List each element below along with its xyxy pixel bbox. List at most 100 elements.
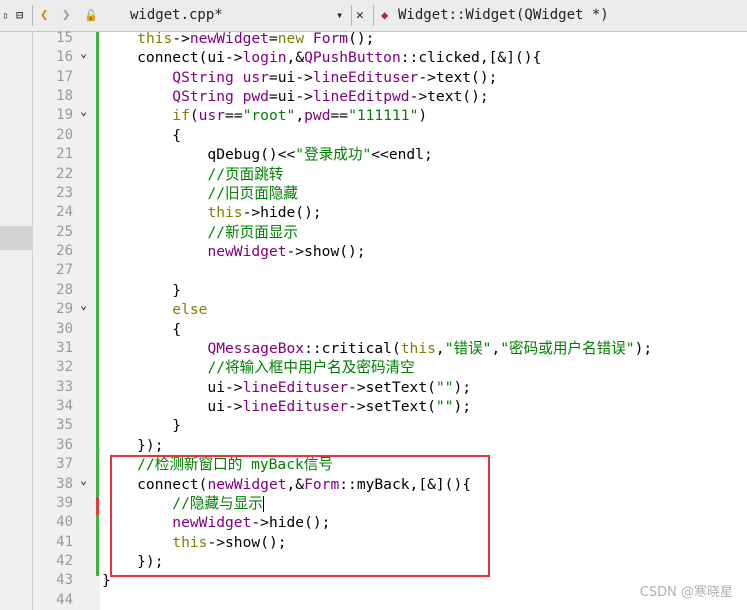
code-text: newWidget->show(); [207, 243, 366, 261]
code-text: }); [102, 552, 164, 570]
line-number: 42 [56, 552, 73, 569]
line-number: 16 [56, 49, 73, 66]
code-text: this->hide(); [207, 204, 322, 222]
code-line[interactable]: 44 [0, 591, 747, 610]
code-text: if(usr=="root",pwd=="111111") [172, 107, 428, 125]
code-line[interactable]: 34 ui->lineEdituser->setText(""); [0, 397, 747, 416]
line-number: 30 [56, 320, 73, 337]
code-line[interactable]: 20 { [0, 126, 747, 145]
code-line[interactable]: 36 }); [0, 436, 747, 455]
line-number: 24 [56, 204, 73, 221]
code-text: { [102, 320, 182, 338]
code-line[interactable]: 35 } [0, 416, 747, 435]
code-text: } [102, 281, 182, 299]
chevron-down-icon[interactable]: ▾ [336, 0, 343, 31]
line-number: 22 [56, 165, 73, 182]
fold-chevron-icon[interactable]: ⌄ [80, 44, 92, 60]
line-number: 38 [56, 475, 73, 492]
code-line[interactable]: 25 //新页面显示 [0, 223, 747, 242]
code-line[interactable]: 30 { [0, 320, 747, 339]
fold-chevron-icon[interactable]: ⌄ [80, 471, 92, 487]
line-number: 26 [56, 243, 73, 260]
code-text: newWidget->hide(); [172, 514, 331, 532]
line-number: 15 [56, 30, 73, 46]
code-text: //检测新窗口的 myBack信号 [137, 456, 333, 474]
line-number: 41 [56, 533, 73, 550]
line-number: 34 [56, 398, 73, 415]
split-options-icon[interactable]: ⊟ [16, 0, 23, 31]
lock-icon: 🔓 [84, 9, 98, 22]
code-line[interactable]: 24 this->hide(); [0, 203, 747, 222]
code-text: } [102, 572, 111, 590]
line-number: 36 [56, 436, 73, 453]
code-line[interactable]: 26 newWidget->show(); [0, 242, 747, 261]
line-number: 18 [56, 88, 73, 105]
code-line[interactable]: 19 ⌄ if(usr=="root",pwd=="111111") [0, 104, 747, 125]
line-number: 29 [56, 301, 73, 318]
fold-chevron-icon[interactable]: ⌄ [80, 296, 92, 312]
line-number: 32 [56, 359, 73, 376]
code-line[interactable]: 27 [0, 261, 747, 280]
code-line[interactable]: 22 //页面跳转 [0, 165, 747, 184]
code-line[interactable]: 38 ⌄ connect(newWidget,&Form::myBack,[&](… [0, 473, 747, 494]
symbol-function-icon: ◆ [381, 8, 389, 22]
code-editor[interactable]: 15 this->newWidget=new Form(); 16 ⌄ connec… [0, 29, 747, 610]
code-text: this->newWidget=new Form(); [137, 30, 375, 47]
code-line[interactable]: 40 newWidget->hide(); [0, 513, 747, 532]
line-number: 28 [56, 281, 73, 298]
code-text: QString usr=ui->lineEdituser->text(); [172, 68, 498, 86]
open-file-selector[interactable]: widget.cpp* [130, 0, 223, 31]
line-number: 37 [56, 456, 73, 473]
code-line[interactable]: 17 QString usr=ui->lineEdituser->text(); [0, 68, 747, 87]
code-text: //隐藏与显示 [172, 494, 264, 512]
forward-arrow-icon[interactable]: ❯ [62, 0, 70, 31]
code-line[interactable]: 43} [0, 571, 747, 590]
code-text: } [102, 417, 182, 435]
code-text: //旧页面隐藏 [207, 184, 298, 202]
code-line[interactable]: 29 ⌄ else [0, 298, 747, 319]
code-line[interactable]: 32 //将输入框中用户名及密码清空 [0, 358, 747, 377]
line-number: 35 [56, 417, 73, 434]
code-line[interactable]: 16 ⌄ connect(ui->login,&QPushButton::clic… [0, 46, 747, 67]
code-text: QMessageBox::critical(this,"错误","密码或用户名错… [207, 339, 653, 357]
line-number: 21 [56, 146, 73, 163]
code-text: }); [102, 436, 164, 454]
code-line[interactable]: 18 QString pwd=ui->lineEditpwd->text(); [0, 87, 747, 106]
fold-chevron-icon[interactable]: ⌄ [80, 102, 92, 118]
close-icon[interactable]: ✕ [356, 0, 364, 31]
code-text: ui->lineEdituser->setText(""); [102, 378, 472, 396]
code-line[interactable]: 15 this->newWidget=new Form(); [0, 29, 747, 48]
code-text: //页面跳转 [207, 165, 284, 183]
code-line[interactable]: 28 } [0, 281, 747, 300]
line-number: 19 [56, 107, 73, 124]
code-line[interactable]: 39 //隐藏与显示 [0, 494, 747, 513]
code-line[interactable]: 31 QMessageBox::critical(this,"错误","密码或用… [0, 339, 747, 358]
split-vertical-icon[interactable]: ⇳ [2, 0, 9, 31]
code-text: //新页面显示 [207, 223, 298, 241]
line-number: 20 [56, 126, 73, 143]
line-number: 17 [56, 68, 73, 85]
line-number: 33 [56, 378, 73, 395]
editor-toolbar: ⇳ ⊟ ❮ ❯ 🔓 widget.cpp* ▾ ✕ ◆ Widget::Widg… [0, 0, 747, 32]
code-line[interactable]: 37 //检测新窗口的 myBack信号 [0, 455, 747, 474]
code-text: QString pwd=ui->lineEditpwd->text(); [172, 88, 489, 106]
line-number: 23 [56, 184, 73, 201]
line-number: 44 [56, 591, 73, 608]
line-number: 43 [56, 572, 73, 589]
line-number: 31 [56, 339, 73, 356]
code-text: connect(ui->login,&QPushButton::clicked,… [102, 49, 542, 67]
code-text: this->show(); [172, 533, 287, 551]
back-arrow-icon[interactable]: ❮ [40, 0, 48, 31]
line-number: 40 [56, 514, 73, 531]
watermark: CSDN @寒晓星 [639, 585, 733, 600]
code-line[interactable]: 41 this->show(); [0, 533, 747, 552]
code-line[interactable]: 33 ui->lineEdituser->setText(""); [0, 378, 747, 397]
line-number: 25 [56, 223, 73, 240]
current-symbol-selector[interactable]: Widget::Widget(QWidget *) [398, 0, 609, 31]
code-line[interactable]: 42 }); [0, 552, 747, 571]
code-line[interactable]: 23 //旧页面隐藏 [0, 184, 747, 203]
code-text: connect(newWidget,&Form::myBack,[&](){ [102, 475, 472, 493]
code-text: ui->lineEdituser->setText(""); [102, 398, 472, 416]
line-number: 27 [56, 262, 73, 279]
code-line[interactable]: 21 qDebug()<<"登录成功"<<endl; [0, 145, 747, 164]
